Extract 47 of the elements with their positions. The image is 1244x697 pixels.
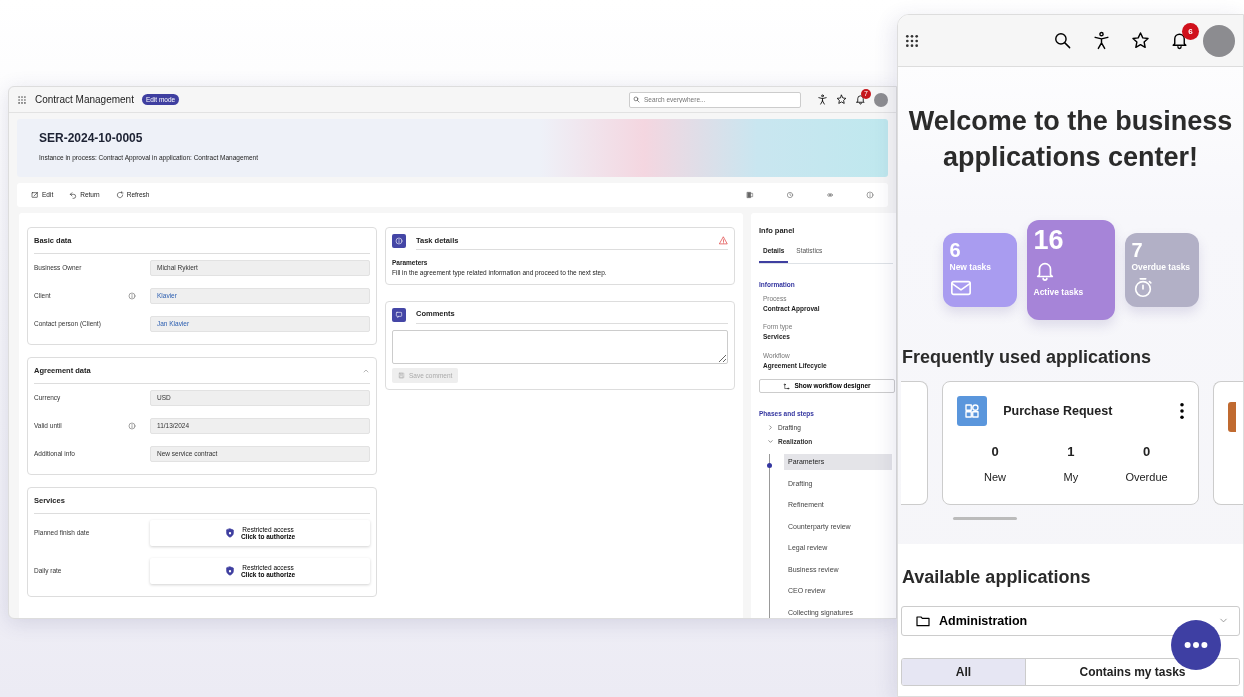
comment-icon: [392, 307, 406, 322]
shield-lock-icon: [224, 566, 235, 576]
stat-value: 0: [990, 442, 1000, 461]
office-button[interactable]: [746, 191, 754, 199]
avatar[interactable]: [1203, 24, 1235, 57]
accessibility-button[interactable]: [817, 94, 828, 105]
stat-value: 0: [1141, 442, 1152, 461]
favorites-button[interactable]: [836, 94, 847, 105]
return-arrow-icon: [69, 191, 78, 199]
link-button[interactable]: [826, 191, 834, 199]
apps-icon: [957, 395, 988, 426]
section-heading: Available applications: [902, 565, 1092, 589]
category-dropdown[interactable]: Administration: [901, 605, 1240, 636]
section-heading: Frequently used applications: [902, 345, 1153, 369]
shield-lock-icon: [224, 528, 235, 538]
ellipsis-icon: [1184, 642, 1208, 648]
refresh-icon: [115, 191, 124, 199]
avatar[interactable]: [874, 92, 888, 107]
search-icon: [633, 95, 640, 103]
comment-field[interactable]: [392, 329, 728, 364]
notifications-button[interactable]: [1170, 31, 1189, 50]
edit-icon: [31, 191, 39, 199]
app-name: Purchase Request: [1003, 402, 1114, 420]
filter-tab[interactable]: All: [902, 658, 1025, 685]
app-icon-tile: [1228, 401, 1237, 432]
accessibility-button[interactable]: [1092, 31, 1111, 50]
stat-value: 1: [1066, 442, 1076, 461]
stat-label: New: [983, 470, 1008, 486]
record-title: SER-2024-10-0005: [39, 130, 144, 147]
info-button[interactable]: [866, 191, 874, 199]
info-icon: [392, 234, 406, 248]
stat-label: Overdue: [1124, 470, 1169, 486]
notifications-button[interactable]: [855, 94, 866, 105]
search-button[interactable]: [1053, 31, 1072, 50]
history-button[interactable]: [786, 191, 794, 199]
more-options-button[interactable]: [1180, 402, 1185, 419]
kebab-menu-icon: [1180, 402, 1185, 419]
scroll-indicator: [953, 516, 1017, 520]
apps-menu-button[interactable]: [904, 32, 920, 49]
notification-badge: 6: [1182, 23, 1199, 40]
save-icon: [398, 371, 405, 379]
favorites-button[interactable]: [1131, 31, 1150, 50]
flow-icon: [783, 382, 791, 390]
app-title: Contract Management: [35, 93, 134, 107]
filter-tab[interactable]: Contains my tasks: [1025, 658, 1239, 685]
welcome-heading: Welcome to the business applications center!: [907, 105, 1234, 175]
stat-label: My: [1062, 470, 1080, 486]
